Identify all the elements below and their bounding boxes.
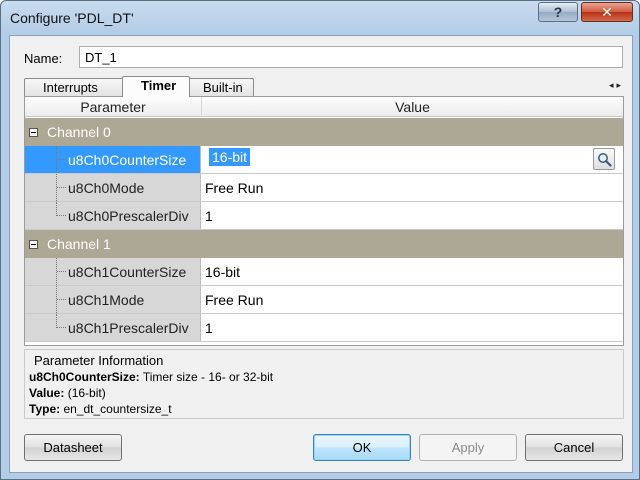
- name-label: Name:: [24, 51, 63, 66]
- help-icon: ?: [553, 4, 563, 20]
- tab-scroll-arrows-icon[interactable]: ◂▸: [609, 80, 624, 91]
- info-value-label: Value:: [29, 386, 65, 400]
- param-value[interactable]: 1: [205, 320, 213, 336]
- info-type-line: Type: en_dt_countersize_t: [29, 402, 172, 416]
- cancel-button[interactable]: Cancel: [525, 434, 623, 461]
- info-description-line: u8Ch0CounterSize: Timer size - 16- or 32…: [29, 370, 273, 384]
- category-channel-1[interactable]: Channel 1: [25, 230, 623, 258]
- browse-button[interactable]: [593, 148, 615, 170]
- header-value[interactable]: Value: [201, 97, 623, 115]
- table-row[interactable]: u8Ch0CounterSize 16-bit: [25, 146, 623, 174]
- info-value-line: Value: (16-bit): [29, 386, 106, 400]
- info-param-desc: Timer size - 16- or 32-bit: [142, 370, 274, 384]
- magnifier-icon: [598, 153, 612, 167]
- table-row[interactable]: u8Ch0PrescalerDiv 1: [25, 202, 623, 230]
- info-value-text: (16-bit): [67, 386, 106, 400]
- name-input[interactable]: DT_1: [79, 46, 623, 68]
- apply-button[interactable]: Apply: [419, 434, 517, 461]
- tab-built-in[interactable]: Built-in: [184, 78, 254, 96]
- category-channel-0[interactable]: Channel 0: [25, 118, 623, 146]
- param-name[interactable]: u8Ch0PrescalerDiv: [25, 202, 201, 229]
- close-button[interactable]: ✕: [581, 2, 633, 22]
- table-row[interactable]: u8Ch1CounterSize 16-bit: [25, 258, 623, 286]
- info-param-name: u8Ch0CounterSize:: [29, 370, 140, 384]
- collapse-icon[interactable]: [29, 240, 38, 249]
- table-row[interactable]: u8Ch1Mode Free Run: [25, 286, 623, 314]
- title-bar[interactable]: Configure 'PDL_DT' ? ✕: [1, 1, 639, 35]
- info-type-label: Type:: [29, 402, 61, 416]
- value-edit-box[interactable]: [207, 147, 617, 172]
- ok-button[interactable]: OK: [313, 434, 411, 461]
- parameter-grid: Parameter Value Channel 0 u8Ch0CounterSi…: [24, 96, 624, 346]
- param-value[interactable]: 16-bit: [205, 264, 240, 280]
- tab-timer[interactable]: Timer: [122, 76, 190, 97]
- parameter-info-panel: Parameter Information u8Ch0CounterSize: …: [24, 349, 624, 419]
- window-title: Configure 'PDL_DT': [10, 10, 134, 26]
- tree-line: [56, 202, 66, 216]
- table-row[interactable]: u8Ch0Mode Free Run: [25, 174, 623, 202]
- tab-interrupts[interactable]: Interrupts: [24, 78, 128, 96]
- dialog-body: Name: DT_1 Interrupts Timer Built-in ◂▸ …: [9, 35, 633, 473]
- table-row[interactable]: u8Ch1PrescalerDiv 1: [25, 314, 623, 342]
- tree-line: [56, 146, 66, 173]
- param-value[interactable]: Free Run: [205, 292, 263, 308]
- close-icon: ✕: [601, 3, 613, 20]
- param-name[interactable]: u8Ch0Mode: [25, 174, 201, 201]
- datasheet-button[interactable]: Datasheet: [24, 434, 122, 461]
- configure-dialog: Configure 'PDL_DT' ? ✕ Name: DT_1 Interr…: [0, 0, 640, 480]
- grid-header: Parameter Value: [25, 97, 623, 117]
- param-value[interactable]: 16-bit: [209, 148, 251, 166]
- tree-line: [56, 258, 66, 285]
- header-parameter[interactable]: Parameter: [25, 99, 201, 115]
- param-value[interactable]: Free Run: [205, 180, 263, 196]
- info-title: Parameter Information: [34, 353, 164, 368]
- param-value[interactable]: 1: [205, 208, 213, 224]
- tree-line: [56, 314, 66, 328]
- tree-line: [56, 174, 66, 201]
- collapse-icon[interactable]: [29, 128, 38, 137]
- tab-bar: Interrupts Timer Built-in ◂▸: [24, 76, 624, 97]
- category-label: Channel 0: [47, 124, 111, 140]
- category-label: Channel 1: [47, 236, 111, 252]
- tree-line: [56, 286, 66, 313]
- param-name[interactable]: u8Ch1Mode: [25, 286, 201, 313]
- help-button[interactable]: ?: [538, 2, 578, 22]
- param-name[interactable]: u8Ch1CounterSize: [25, 258, 201, 285]
- info-type-text: en_dt_countersize_t: [63, 402, 172, 416]
- param-name[interactable]: u8Ch0CounterSize: [25, 146, 201, 173]
- param-name[interactable]: u8Ch1PrescalerDiv: [25, 314, 201, 341]
